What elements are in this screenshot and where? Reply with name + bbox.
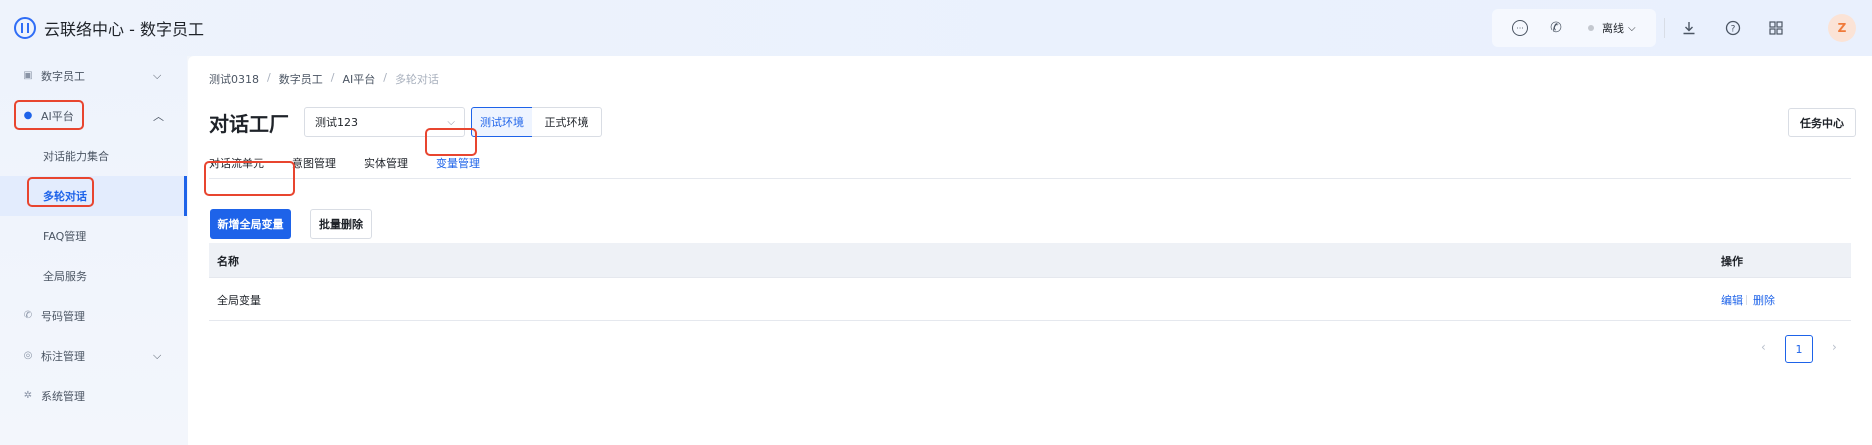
env-tab-test[interactable]: 测试环境 — [471, 107, 533, 137]
sidebar-item-label: 标注管理 — [41, 350, 85, 363]
breadcrumb: 测试0318 / 数字员工 / AI平台 / 多轮对话 — [209, 71, 439, 87]
sidebar: ▣ 数字员工 ⌵ ● AI平台 ︿ 对话能力集合 多轮对话 FAQ管理 全局服务… — [0, 56, 187, 445]
chevron-up-icon: ︿ — [153, 110, 164, 123]
sidebar-item-label: 数字员工 — [41, 70, 85, 83]
action-divider — [1746, 295, 1747, 305]
chat-icon[interactable]: ··· — [1512, 20, 1528, 36]
task-center-button[interactable]: 任务中心 — [1788, 108, 1856, 137]
svg-text:?: ? — [1731, 25, 1736, 35]
breadcrumb-item[interactable]: 测试0318 — [209, 71, 259, 87]
highlight-box — [425, 128, 477, 156]
edit-link[interactable]: 编辑 — [1721, 292, 1743, 308]
status-dropdown[interactable]: 离线 — [1602, 20, 1624, 36]
avatar[interactable]: Z — [1828, 14, 1856, 42]
sidebar-item-system[interactable]: ✲ 系统管理 — [0, 376, 187, 416]
highlight-box — [14, 100, 84, 130]
sidebar-item-number-management[interactable]: ✆ 号码管理 — [0, 296, 187, 336]
breadcrumb-item[interactable]: AI平台 — [342, 71, 375, 87]
batch-delete-button[interactable]: 批量删除 — [310, 209, 372, 239]
breadcrumb-item[interactable]: 数字员工 — [279, 71, 323, 87]
column-header: 名称 — [217, 255, 239, 268]
sidebar-item-label: 号码管理 — [41, 310, 85, 323]
bot-select-value: 测试123 — [315, 116, 358, 129]
table-row: 全局变量 编辑 删除 — [209, 278, 1851, 321]
sidebar-subitem-faq[interactable]: FAQ管理 — [0, 216, 187, 256]
table-header: 名称 操作 — [209, 243, 1851, 278]
main-panel: 测试0318 / 数字员工 / AI平台 / 多轮对话 对话工厂 测试123 ⌵… — [188, 56, 1872, 445]
variable-name: 全局变量 — [217, 294, 261, 307]
apps-grid-icon[interactable] — [1766, 18, 1786, 38]
sidebar-item-label: 系统管理 — [41, 390, 85, 403]
phone-icon[interactable]: ✆ — [1548, 20, 1564, 36]
status-dot — [1588, 25, 1594, 31]
page-number[interactable]: 1 — [1785, 335, 1813, 363]
chevron-down-icon: ⌵ — [447, 116, 455, 128]
sidebar-item-label: 全局服务 — [43, 270, 87, 283]
headset-logo-icon — [14, 17, 36, 39]
variable-table: 名称 操作 全局变量 编辑 删除 — [209, 243, 1851, 321]
sidebar-item-annotation[interactable]: ◎ 标注管理 ⌵ — [0, 336, 187, 376]
page-title: 对话工厂 — [209, 112, 289, 136]
next-page-button[interactable]: › — [1832, 340, 1837, 354]
download-icon[interactable] — [1679, 18, 1699, 38]
sidebar-item-label: 对话能力集合 — [43, 150, 109, 163]
delete-link[interactable]: 删除 — [1753, 292, 1775, 308]
tab-intent[interactable]: 意图管理 — [292, 155, 336, 171]
add-global-variable-button[interactable]: 新增全局变量 — [210, 209, 291, 239]
tab-variable[interactable]: 变量管理 — [436, 155, 480, 171]
help-icon[interactable]: ? — [1723, 18, 1743, 38]
env-tab-production[interactable]: 正式环境 — [532, 107, 602, 137]
sidebar-subitem-dialog-capability[interactable]: 对话能力集合 — [0, 136, 187, 176]
breadcrumb-current: 多轮对话 — [394, 73, 439, 86]
prev-page-button[interactable]: ‹ — [1761, 340, 1766, 354]
highlight-box — [27, 177, 94, 207]
app-title: 云联络中心 - 数字员工 — [44, 20, 204, 39]
gear-icon: ✲ — [23, 390, 33, 401]
chevron-down-icon: ⌵ — [153, 349, 162, 362]
tab-entity[interactable]: 实体管理 — [364, 155, 408, 171]
sidebar-item-digital-employee[interactable]: ▣ 数字员工 ⌵ — [0, 56, 187, 96]
chevron-down-icon[interactable]: ⌵ — [1628, 23, 1636, 34]
column-header: 操作 — [1721, 255, 1743, 268]
tag-icon: ◎ — [23, 350, 33, 361]
call-status-panel: ··· ✆ 离线 ⌵ — [1492, 9, 1656, 47]
chevron-down-icon: ⌵ — [153, 69, 162, 82]
robot-icon: ▣ — [23, 70, 33, 81]
sidebar-subitem-global-service[interactable]: 全局服务 — [0, 256, 187, 296]
sidebar-item-label: FAQ管理 — [43, 230, 87, 243]
header-divider — [1664, 18, 1665, 38]
highlight-box — [204, 161, 295, 196]
tab-bar: 对话流单元 意图管理 实体管理 变量管理 — [209, 153, 1851, 179]
phone-icon: ✆ — [23, 310, 33, 321]
